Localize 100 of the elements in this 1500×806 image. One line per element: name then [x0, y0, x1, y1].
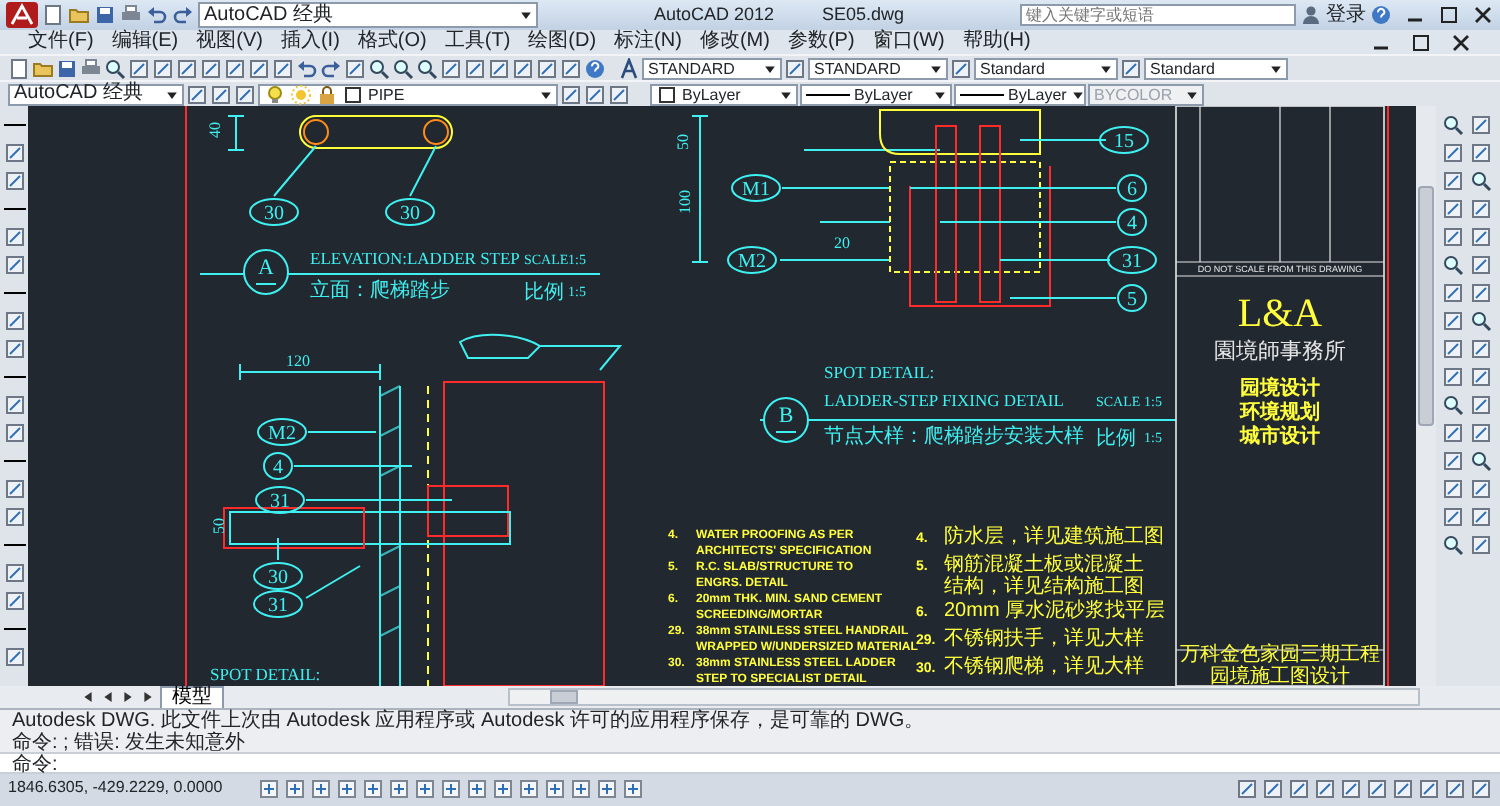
layout-tab[interactable]: 模型 [160, 685, 224, 709]
tool-icon[interactable] [1470, 506, 1492, 528]
printer-icon[interactable] [120, 4, 142, 26]
tool-icon[interactable] [3, 170, 25, 192]
tool-icon[interactable] [1418, 777, 1440, 799]
tool-icon[interactable] [1470, 142, 1492, 164]
tool-icon[interactable] [176, 57, 198, 79]
tool-icon[interactable] [344, 57, 366, 79]
tool-icon[interactable] [200, 57, 222, 79]
tool-icon[interactable] [784, 57, 806, 79]
menu-item[interactable]: 文件(F) [28, 30, 94, 54]
tool-icon[interactable] [1236, 777, 1258, 799]
workspace-dropdown[interactable]: AutoCAD 经典 [8, 83, 184, 105]
magnifier-icon[interactable] [1442, 254, 1464, 276]
magnifier-icon[interactable] [104, 57, 126, 79]
menu-item[interactable]: 绘图(D) [528, 30, 597, 54]
tool-icon[interactable] [3, 478, 25, 500]
toggle-icon[interactable] [466, 777, 489, 799]
redo-arrow-icon[interactable] [172, 4, 194, 26]
toggle-icon[interactable] [362, 777, 385, 799]
tool-icon[interactable] [1442, 142, 1464, 164]
tool-icon[interactable] [1340, 777, 1362, 799]
magnifier-icon[interactable] [368, 57, 390, 79]
magnifier-icon[interactable] [1442, 534, 1464, 556]
toggle-icon[interactable] [440, 777, 463, 799]
linetype-dropdown[interactable]: ByLayer [800, 83, 952, 105]
printer-icon[interactable] [80, 57, 102, 79]
color-dropdown[interactable]: ByLayer [650, 83, 798, 105]
tool-icon[interactable] [608, 83, 630, 105]
tool-icon[interactable] [1442, 366, 1464, 388]
tool-icon[interactable] [3, 394, 25, 416]
toggle-icon[interactable] [336, 777, 359, 799]
layer-dropdown[interactable]: PIPE [258, 83, 558, 105]
table-style-dropdown[interactable]: Standard [974, 57, 1118, 79]
tool-icon[interactable] [1442, 310, 1464, 332]
tool-icon[interactable] [512, 57, 534, 79]
magnifier-icon[interactable] [1470, 450, 1492, 472]
multileader-style-dropdown[interactable]: Standard [1144, 57, 1288, 79]
arrow-icon[interactable] [140, 686, 156, 708]
toggle-icon[interactable] [544, 777, 567, 799]
toggle-icon[interactable] [258, 777, 281, 799]
tool-icon[interactable] [560, 57, 582, 79]
toggle-icon[interactable] [284, 777, 307, 799]
tool-icon[interactable] [3, 226, 25, 248]
menu-item[interactable]: 帮助(H) [962, 30, 1031, 54]
toggle-icon[interactable] [310, 777, 333, 799]
tool-icon[interactable] [1442, 422, 1464, 444]
tool-icon[interactable] [1470, 338, 1492, 360]
tool-icon[interactable] [1392, 777, 1414, 799]
tool-icon[interactable] [1442, 450, 1464, 472]
tool-icon[interactable] [1470, 478, 1492, 500]
app-logo-icon[interactable] [6, 2, 38, 28]
toggle-icon[interactable] [492, 777, 515, 799]
toggle-icon[interactable] [570, 777, 593, 799]
tool-icon[interactable] [1314, 777, 1336, 799]
maximize-icon[interactable] [1410, 31, 1432, 53]
tool-icon[interactable] [1470, 422, 1492, 444]
tool-icon[interactable] [1470, 777, 1492, 799]
menu-item[interactable]: 编辑(E) [111, 30, 179, 54]
tool-icon[interactable] [1470, 394, 1492, 416]
tool-icon[interactable] [234, 83, 256, 105]
tool-icon[interactable] [1470, 114, 1492, 136]
undo-arrow-icon[interactable] [296, 57, 318, 79]
tool-icon[interactable] [1470, 254, 1492, 276]
magnifier-icon[interactable] [1442, 114, 1464, 136]
close-icon[interactable] [1472, 4, 1494, 26]
tool-icon[interactable] [1442, 198, 1464, 220]
tool-icon[interactable] [186, 83, 208, 105]
page-icon[interactable] [42, 4, 64, 26]
sign-in-link[interactable]: 登录 [1326, 0, 1366, 30]
tool-icon[interactable] [1442, 226, 1464, 248]
magnifier-icon[interactable] [1470, 310, 1492, 332]
tool-icon[interactable] [1470, 282, 1492, 304]
tool-icon[interactable] [3, 142, 25, 164]
tool-icon[interactable] [272, 57, 294, 79]
toggle-icon[interactable] [596, 777, 619, 799]
tool-icon[interactable] [1442, 170, 1464, 192]
workspace-dropdown[interactable]: AutoCAD 经典 [198, 2, 538, 28]
menu-item[interactable]: 窗口(W) [872, 30, 945, 54]
tool-icon[interactable] [224, 57, 246, 79]
tool-icon[interactable] [3, 562, 25, 584]
tool-icon[interactable] [1442, 282, 1464, 304]
tool-icon[interactable] [1442, 506, 1464, 528]
tool-icon[interactable] [210, 83, 232, 105]
menu-item[interactable]: 格式(O) [357, 30, 427, 54]
tool-icon[interactable] [1470, 198, 1492, 220]
help-icon[interactable] [584, 57, 606, 79]
tool-icon[interactable] [1366, 777, 1388, 799]
toggle-icon[interactable] [622, 777, 645, 799]
help-icon[interactable] [1370, 4, 1392, 26]
tool-icon[interactable] [1120, 57, 1142, 79]
tool-icon[interactable] [1470, 226, 1492, 248]
tool-icon[interactable] [1442, 478, 1464, 500]
tool-icon[interactable] [1442, 338, 1464, 360]
magnifier-icon[interactable] [416, 57, 438, 79]
arrow-icon[interactable] [100, 686, 116, 708]
tool-icon[interactable] [3, 590, 25, 612]
toggle-icon[interactable] [414, 777, 437, 799]
tool-icon[interactable] [560, 83, 582, 105]
menu-item[interactable]: 插入(I) [280, 30, 340, 54]
